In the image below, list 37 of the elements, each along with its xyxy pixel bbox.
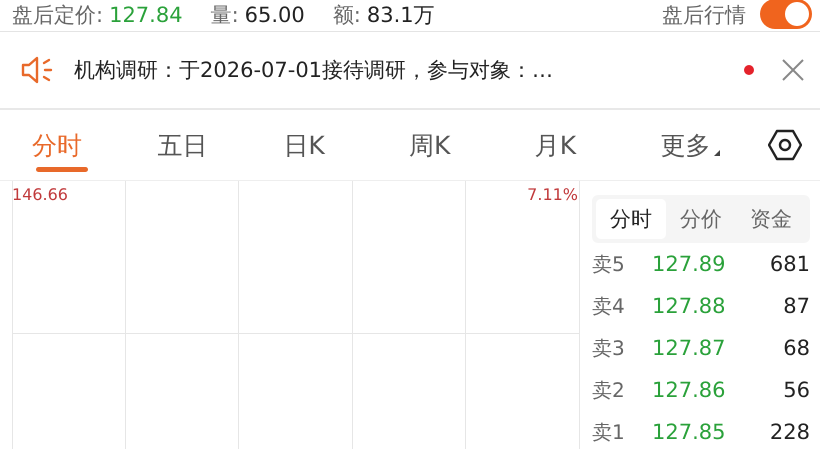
settings-button[interactable]	[768, 129, 802, 161]
price-label: 盘后定价:	[12, 2, 104, 29]
ask-volume: 68	[783, 336, 810, 360]
level-label: 卖2	[592, 376, 626, 404]
ask-price: 127.88	[652, 294, 726, 318]
segment-tab[interactable]: 资金	[736, 199, 806, 239]
price-axis-label: 146.66	[12, 185, 68, 204]
toggle-label: 盘后行情	[662, 2, 746, 29]
chart-tab[interactable]: 月K	[516, 114, 642, 176]
ask-volume: 87	[783, 294, 810, 318]
more-menu[interactable]: 更多	[642, 114, 768, 176]
level-label: 卖3	[592, 334, 626, 362]
volume-label: 量:	[210, 2, 239, 29]
level-label: 卖4	[592, 292, 626, 320]
segment-tab[interactable]: 分价	[666, 199, 736, 239]
ask-volume: 681	[770, 252, 810, 276]
amount-label: 额:	[332, 2, 361, 29]
segment-tab[interactable]: 分时	[596, 199, 666, 239]
level-label: 卖5	[592, 250, 626, 278]
close-button[interactable]	[780, 57, 806, 83]
notice-text[interactable]: 机构调研：于2026-07-01接待调研，参与对象：…	[74, 56, 744, 84]
ask-price: 127.86	[652, 378, 726, 402]
speaker-icon	[20, 55, 54, 85]
ask-volume: 56	[783, 378, 810, 402]
ask-price: 127.87	[652, 336, 726, 360]
chart-tab[interactable]: 周K	[391, 114, 517, 176]
chart-tab[interactable]: 五日	[140, 114, 266, 176]
ask-price: 127.89	[652, 252, 726, 276]
level-label: 卖1	[592, 418, 626, 446]
ask-price: 127.85	[652, 420, 726, 444]
ask-volume: 228	[770, 420, 810, 444]
amount-value: 83.1万	[366, 2, 435, 29]
percent-axis-label: 7.11%	[527, 185, 578, 204]
toggle-switch[interactable]	[760, 0, 812, 29]
price-value: 127.84	[109, 3, 183, 27]
volume-value: 65.00	[244, 3, 305, 27]
chart-tab[interactable]: 日K	[265, 114, 392, 176]
